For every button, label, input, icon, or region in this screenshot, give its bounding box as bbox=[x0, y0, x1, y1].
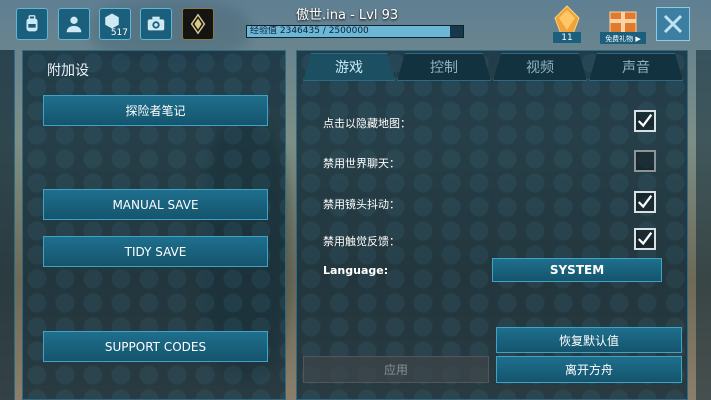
apply-button[interactable]: 应用 bbox=[303, 356, 489, 383]
character-button[interactable] bbox=[58, 8, 90, 40]
disable-haptic-label: 禁用触觉反馈： bbox=[323, 235, 400, 248]
tribe-button[interactable]: 517 bbox=[99, 8, 131, 40]
xp-bar: 经验值 2346435 / 2500000 bbox=[246, 25, 464, 38]
extras-panel: 附加设 探险者笔记 MANUAL SAVE TIDY SAVE SUPPORT … bbox=[22, 50, 286, 400]
language-label: Language: bbox=[323, 264, 389, 277]
person-icon bbox=[66, 16, 82, 33]
tab-audio[interactable]: 声音 bbox=[589, 53, 683, 81]
disable-chat-checkbox[interactable] bbox=[634, 150, 656, 172]
disable-shake-label: 禁用镜头抖动： bbox=[323, 198, 400, 211]
checkmark-icon bbox=[637, 114, 653, 128]
disable-shake-checkbox[interactable] bbox=[634, 191, 656, 213]
extras-panel-title: 附加设 bbox=[47, 63, 89, 79]
left-edge-panel bbox=[0, 50, 15, 400]
tribe-count: 517 bbox=[110, 28, 128, 38]
gem-store-button[interactable]: 11 bbox=[549, 4, 585, 44]
disable-haptic-checkbox[interactable] bbox=[634, 228, 656, 250]
gem-count: 11 bbox=[561, 33, 573, 43]
diamond-emblem-icon bbox=[190, 13, 206, 35]
language-select[interactable]: SYSTEM bbox=[492, 258, 662, 282]
player-title: 傲世.ina - Lvl 93 bbox=[296, 8, 399, 23]
support-codes-button[interactable]: SUPPORT CODES bbox=[43, 331, 268, 362]
backpack-icon bbox=[26, 15, 38, 32]
right-edge-panel bbox=[696, 50, 711, 400]
manual-save-button[interactable]: MANUAL SAVE bbox=[43, 189, 268, 220]
tab-game[interactable]: 游戏 bbox=[303, 53, 395, 81]
reset-defaults-button[interactable]: 恢复默认值 bbox=[496, 327, 682, 353]
hide-map-label: 点击以隐藏地图： bbox=[323, 117, 411, 130]
tab-controls[interactable]: 控制 bbox=[397, 53, 491, 81]
close-button[interactable] bbox=[656, 7, 690, 41]
tidy-save-button[interactable]: TIDY SAVE bbox=[43, 236, 268, 267]
checkmark-icon bbox=[637, 195, 653, 209]
leave-ark-button[interactable]: 离开方舟 bbox=[496, 356, 682, 383]
backpack-button[interactable] bbox=[16, 8, 48, 40]
xp-text: 经验值 2346435 / 2500000 bbox=[250, 26, 369, 36]
checkmark-icon bbox=[637, 232, 653, 246]
camera-gear-icon bbox=[147, 16, 165, 31]
gift-label: 免费礼物 ▶ bbox=[605, 35, 641, 43]
tab-video[interactable]: 视频 bbox=[493, 53, 587, 81]
hide-map-checkbox[interactable] bbox=[634, 110, 656, 132]
explorer-notes-button[interactable]: 探险者笔记 bbox=[43, 95, 268, 126]
close-icon bbox=[663, 14, 683, 34]
settings-panel: 游戏 控制 视频 声音 点击以隐藏地图： 禁用世界聊天： 禁用镜头抖动： 禁用触… bbox=[296, 50, 688, 400]
tek-button[interactable] bbox=[182, 8, 214, 40]
free-gift-button[interactable]: 免费礼物 ▶ bbox=[600, 4, 646, 44]
disable-chat-label: 禁用世界聊天： bbox=[323, 157, 400, 170]
camera-settings-button[interactable] bbox=[140, 8, 172, 40]
